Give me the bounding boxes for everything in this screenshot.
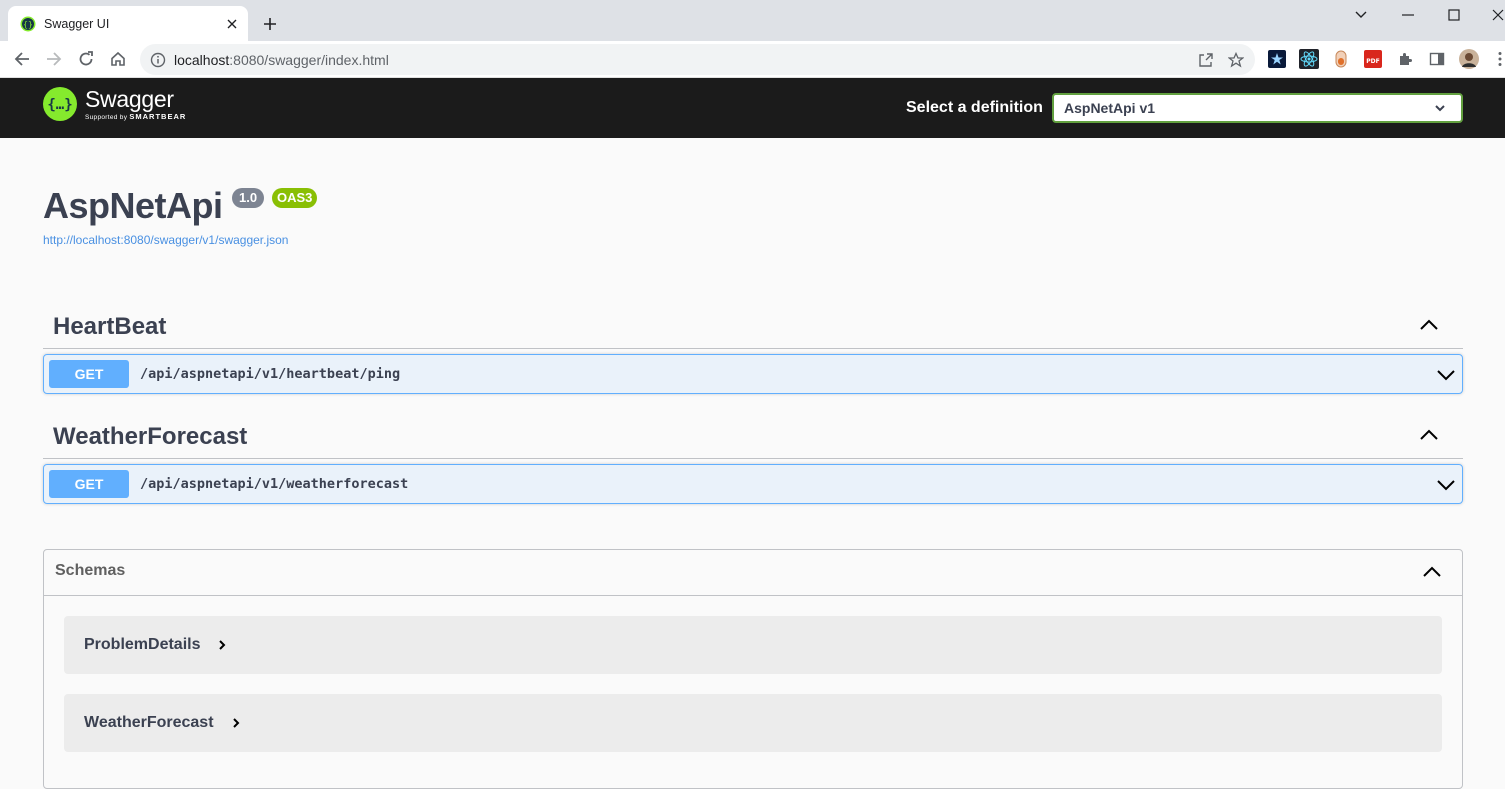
reload-icon[interactable] (74, 47, 98, 71)
logo-brand: SMARTBEAR (129, 112, 186, 121)
tag-name: WeatherForecast (53, 423, 247, 451)
opblock-get-weatherforecast[interactable]: GET /api/aspnetapi/v1/weatherforecast (43, 464, 1463, 504)
browser-toolbar: localhost:8080/swagger/index.html PDF (0, 41, 1505, 78)
oas-badge: OAS3 (272, 188, 317, 208)
browser-tab[interactable]: {} Swagger UI (8, 6, 248, 41)
swagger-favicon-icon: {} (20, 16, 36, 32)
operation-path: /api/aspnetapi/v1/weatherforecast (140, 476, 408, 492)
share-icon[interactable] (1195, 49, 1217, 71)
version-badge: 1.0 (232, 188, 264, 208)
tag-weatherforecast[interactable]: WeatherForecast (43, 411, 1463, 459)
logo-subtitle: Supported by SMARTBEAR (85, 112, 186, 121)
svg-text:{}: {} (23, 20, 33, 29)
chevron-down-icon (1433, 101, 1447, 115)
schema-name: ProblemDetails (84, 636, 200, 654)
schema-name: WeatherForecast (84, 714, 214, 732)
home-icon[interactable] (106, 47, 130, 71)
browser-menu-icon[interactable] (1490, 49, 1505, 69)
extension-capsule-icon[interactable] (1331, 49, 1351, 69)
extension-star-icon[interactable] (1267, 49, 1287, 69)
url-text[interactable]: localhost:8080/swagger/index.html (174, 52, 1195, 68)
schema-weatherforecast[interactable]: WeatherForecast (64, 694, 1442, 752)
minimize-icon[interactable] (1397, 4, 1419, 26)
chevron-up-icon[interactable] (1417, 423, 1441, 447)
swagger-logo-icon: {…} (43, 87, 77, 121)
maximize-icon[interactable] (1443, 4, 1465, 26)
chevron-right-icon (230, 717, 242, 729)
chevron-up-icon[interactable] (1417, 313, 1441, 337)
spec-json-link[interactable]: http://localhost:8080/swagger/v1/swagger… (43, 233, 288, 247)
schema-problemdetails[interactable]: ProblemDetails (64, 616, 1442, 674)
definition-label: Select a definition (906, 99, 1043, 117)
tab-title: Swagger UI (44, 17, 222, 31)
method-badge: GET (49, 360, 129, 388)
operation-path: /api/aspnetapi/v1/heartbeat/ping (140, 366, 400, 382)
opblock-get-heartbeat-ping[interactable]: GET /api/aspnetapi/v1/heartbeat/ping (43, 354, 1463, 394)
chevron-down-icon[interactable] (1434, 473, 1458, 497)
site-info-icon[interactable] (150, 52, 166, 68)
new-tab-icon[interactable] (258, 12, 282, 36)
url-host: localhost (174, 52, 229, 68)
svg-text:{…}: {…} (47, 97, 72, 113)
tag-name: HeartBeat (53, 313, 166, 341)
definition-select[interactable]: AspNetApi v1 (1052, 93, 1463, 123)
chevron-right-icon (216, 639, 228, 651)
swagger-topbar: {…} Swagger Supported by SMARTBEAR Selec… (0, 78, 1505, 138)
method-badge: GET (49, 470, 129, 498)
url-path: :8080/swagger/index.html (229, 52, 389, 68)
bookmark-star-icon[interactable] (1225, 49, 1247, 71)
extensions-puzzle-icon[interactable] (1395, 49, 1415, 69)
react-devtools-icon[interactable] (1299, 49, 1319, 69)
swagger-logo[interactable]: {…} Swagger Supported by SMARTBEAR (43, 87, 186, 121)
svg-text:PDF: PDF (1366, 58, 1379, 65)
schemas-header[interactable]: Schemas (44, 550, 1462, 596)
profile-avatar-icon[interactable] (1459, 49, 1479, 69)
schemas-section: Schemas ProblemDetails WeatherForecast (43, 549, 1463, 789)
pdf-extension-icon[interactable]: PDF (1363, 49, 1383, 69)
address-bar[interactable]: localhost:8080/swagger/index.html (140, 44, 1255, 75)
chevron-down-icon[interactable] (1434, 363, 1458, 387)
forward-icon[interactable] (42, 47, 66, 71)
side-panel-icon[interactable] (1427, 49, 1447, 69)
tab-close-icon[interactable] (222, 14, 242, 34)
tab-search-icon[interactable] (1350, 4, 1372, 26)
tag-heartbeat[interactable]: HeartBeat (43, 301, 1463, 349)
browser-tabstrip: {} Swagger UI (0, 0, 1505, 41)
logo-supported: Supported by (85, 114, 127, 121)
api-title: AspNetApi (43, 185, 223, 227)
logo-name: Swagger (85, 87, 186, 111)
back-icon[interactable] (10, 47, 34, 71)
definition-select-value: AspNetApi v1 (1064, 100, 1433, 116)
close-window-icon[interactable] (1487, 4, 1505, 26)
chevron-up-icon[interactable] (1420, 560, 1444, 584)
schemas-title: Schemas (55, 562, 125, 580)
